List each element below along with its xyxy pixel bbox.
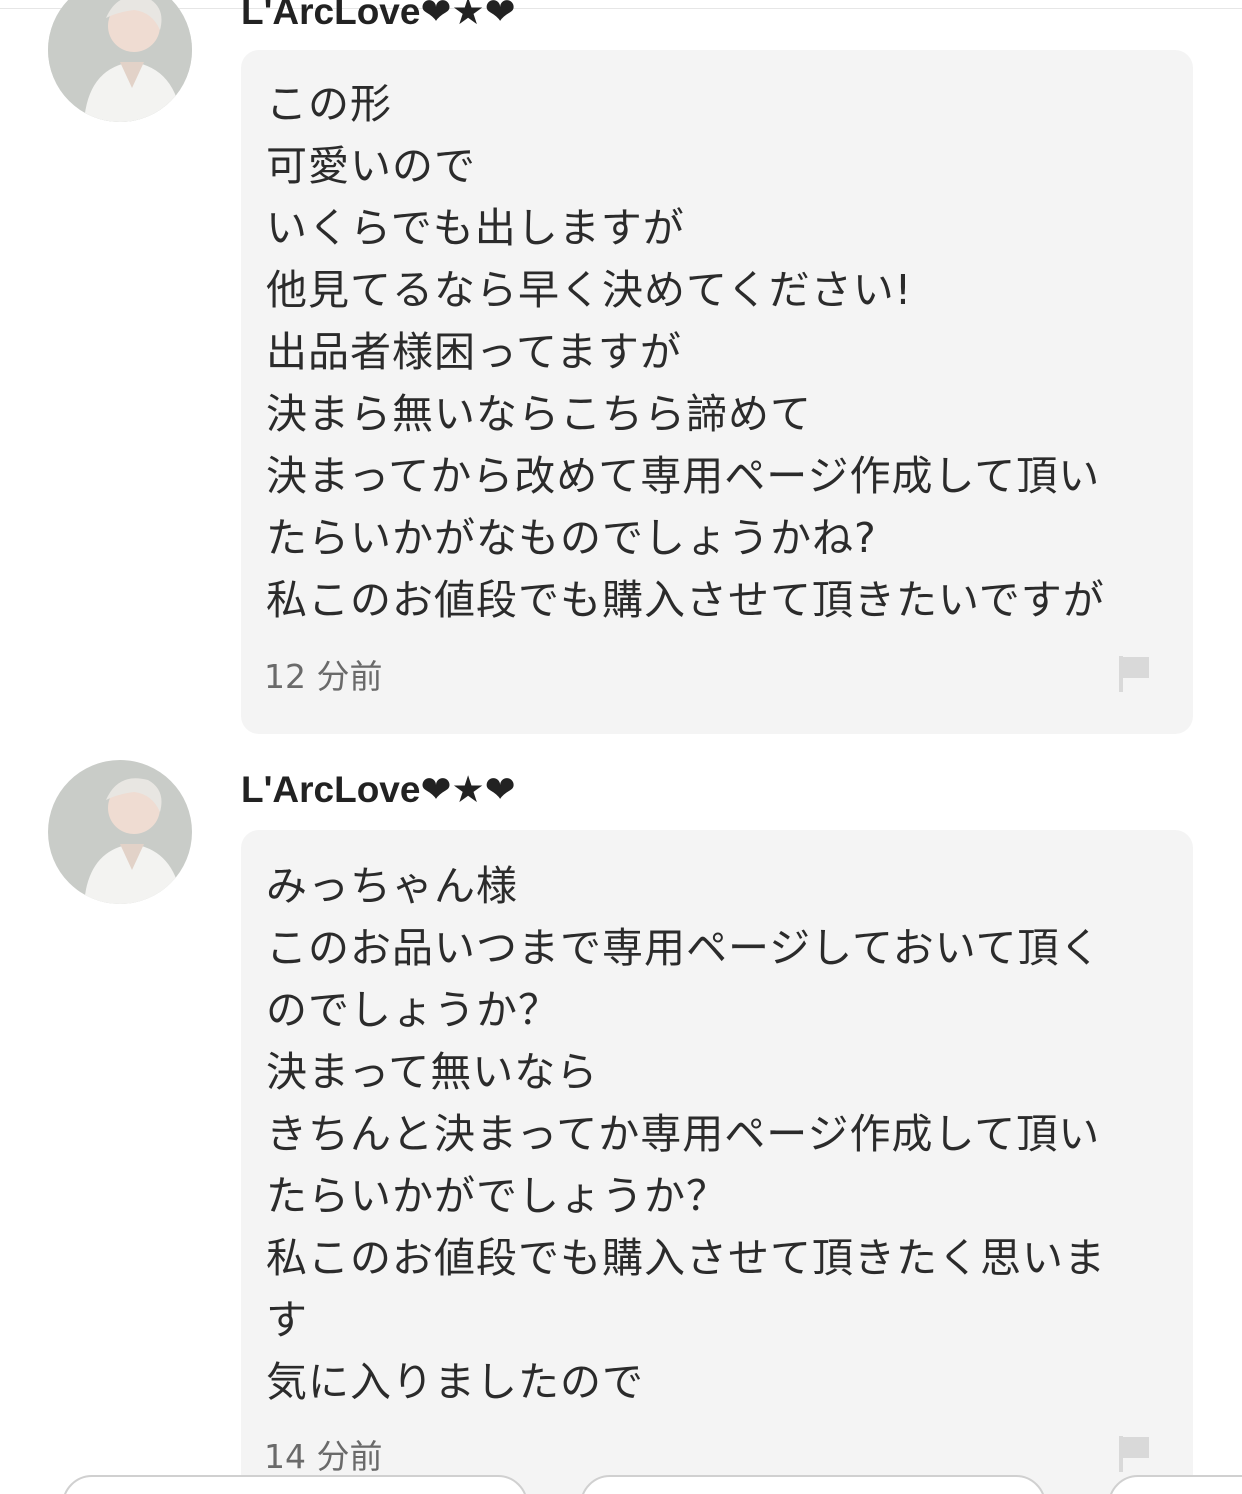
comment-bubble: この形 可愛いので いくらでも出しますが 他見てるなら早く決めてください! 出品… — [241, 50, 1193, 734]
comment-text-line: 私このお値段でも購入させて頂きたいですが — [266, 576, 1105, 624]
comment-text-line: 他見てるなら早く決めてください! — [266, 266, 913, 314]
bottom-action-button[interactable] — [62, 1475, 528, 1494]
comment-username[interactable]: L'ArcLove❤★❤ — [241, 770, 516, 810]
comment-thread: L'ArcLove❤★❤ この形 可愛いので いくらでも出しますが 他見てるなら… — [0, 0, 1242, 1494]
comment-text-line: 決まら無いならこちら諦めて — [266, 390, 812, 438]
comment-text-line: きちんと決まってか専用ページ作成して頂い — [266, 1110, 1101, 1158]
comment-text-line: みっちゃん様 — [266, 862, 518, 910]
top-divider — [0, 8, 1242, 9]
user-avatar[interactable] — [48, 0, 192, 122]
comment-text-line: たらいかがなものでしょうかね? — [266, 514, 877, 562]
comment-username[interactable]: L'ArcLove❤★❤ — [241, 0, 516, 32]
comment-timestamp: 12 分前 — [264, 657, 383, 696]
comment-text-line: この形 — [266, 80, 392, 128]
comment-text-line: 気に入りましたので — [266, 1358, 644, 1406]
bottom-action-button[interactable] — [580, 1475, 1046, 1494]
comment-text-line: す — [266, 1296, 308, 1344]
avatar-photo — [48, 760, 192, 904]
comment-text-line: 可愛いので — [266, 142, 476, 190]
comment-text-line: たらいかがでしょうか？ — [266, 1172, 728, 1220]
comment-text-line: のでしょうか？ — [266, 986, 560, 1034]
comment-text-line: 私このお値段でも購入させて頂きたく思いま — [266, 1234, 1106, 1282]
avatar-photo — [48, 0, 192, 122]
comment-text-line: 決まって無いなら — [266, 1048, 599, 1096]
flag-icon[interactable] — [1117, 654, 1153, 694]
flag-icon[interactable] — [1117, 1434, 1153, 1474]
comment-text-line: いくらでも出しますが — [266, 204, 685, 252]
bottom-action-button[interactable] — [1108, 1475, 1242, 1494]
user-avatar[interactable] — [48, 760, 192, 904]
comment-bubble: みっちゃん様 このお品いつまで専用ページしておいて頂く のでしょうか？ 決まって… — [241, 830, 1193, 1494]
comment-text-line: このお品いつまで専用ページしておいて頂く — [266, 924, 1102, 972]
comment-text-line: 決まってから改めて専用ページ作成して頂い — [266, 452, 1101, 500]
comment-text-line: 出品者様困ってますが — [266, 328, 682, 376]
comment-timestamp: 14 分前 — [264, 1437, 383, 1476]
